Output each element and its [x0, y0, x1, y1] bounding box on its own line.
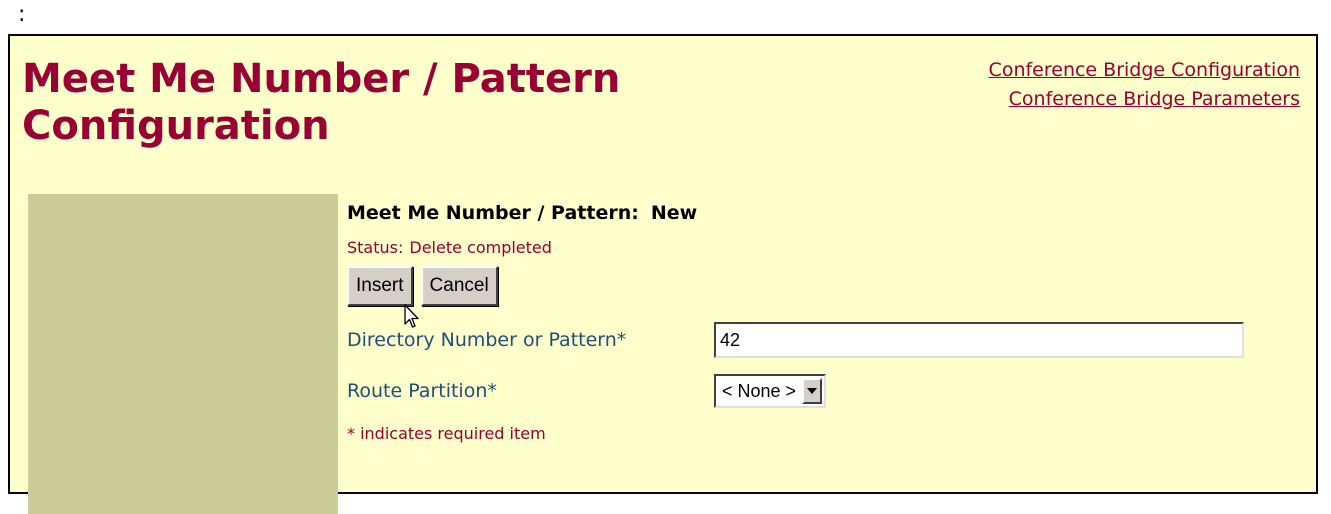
directory-number-label: Directory Number or Pattern*: [347, 329, 627, 351]
mouse-pointer-icon: [404, 304, 419, 328]
status-line: Status: Delete completed: [347, 238, 1244, 257]
page-title: Meet Me Number / Pattern Configuration: [22, 56, 621, 149]
related-links: Conference Bridge Configuration Conferen…: [989, 56, 1300, 114]
route-partition-row: Route Partition* < None >: [347, 374, 1244, 408]
caption-prefix: :: [18, 2, 26, 27]
directory-number-input[interactable]: [714, 322, 1244, 358]
route-partition-selected-value: < None >: [722, 380, 797, 401]
route-partition-label: Route Partition*: [347, 380, 497, 402]
entity-heading: Meet Me Number / Pattern: New: [347, 202, 1244, 224]
required-note: * indicates required item: [347, 424, 546, 443]
chevron-down-icon[interactable]: [802, 378, 823, 404]
entity-label: Meet Me Number / Pattern:: [347, 202, 639, 224]
action-buttons: Insert Cancel: [347, 266, 1244, 306]
status-text: Delete completed: [409, 238, 552, 257]
entity-value: New: [650, 202, 698, 224]
status-label: Status:: [347, 238, 404, 257]
config-page: Meet Me Number / Pattern Configuration C…: [8, 34, 1318, 514]
directory-number-row: Directory Number or Pattern*: [347, 322, 1244, 358]
cancel-button[interactable]: Cancel: [420, 266, 498, 306]
conference-bridge-configuration-link[interactable]: Conference Bridge Configuration: [989, 56, 1300, 85]
form-content: Meet Me Number / Pattern: New Status: Dele…: [347, 202, 1244, 443]
route-partition-select[interactable]: < None >: [714, 374, 827, 408]
sidebar-panel: [28, 194, 338, 514]
insert-button[interactable]: Insert: [347, 266, 413, 306]
conference-bridge-parameters-link[interactable]: Conference Bridge Parameters: [989, 85, 1300, 114]
